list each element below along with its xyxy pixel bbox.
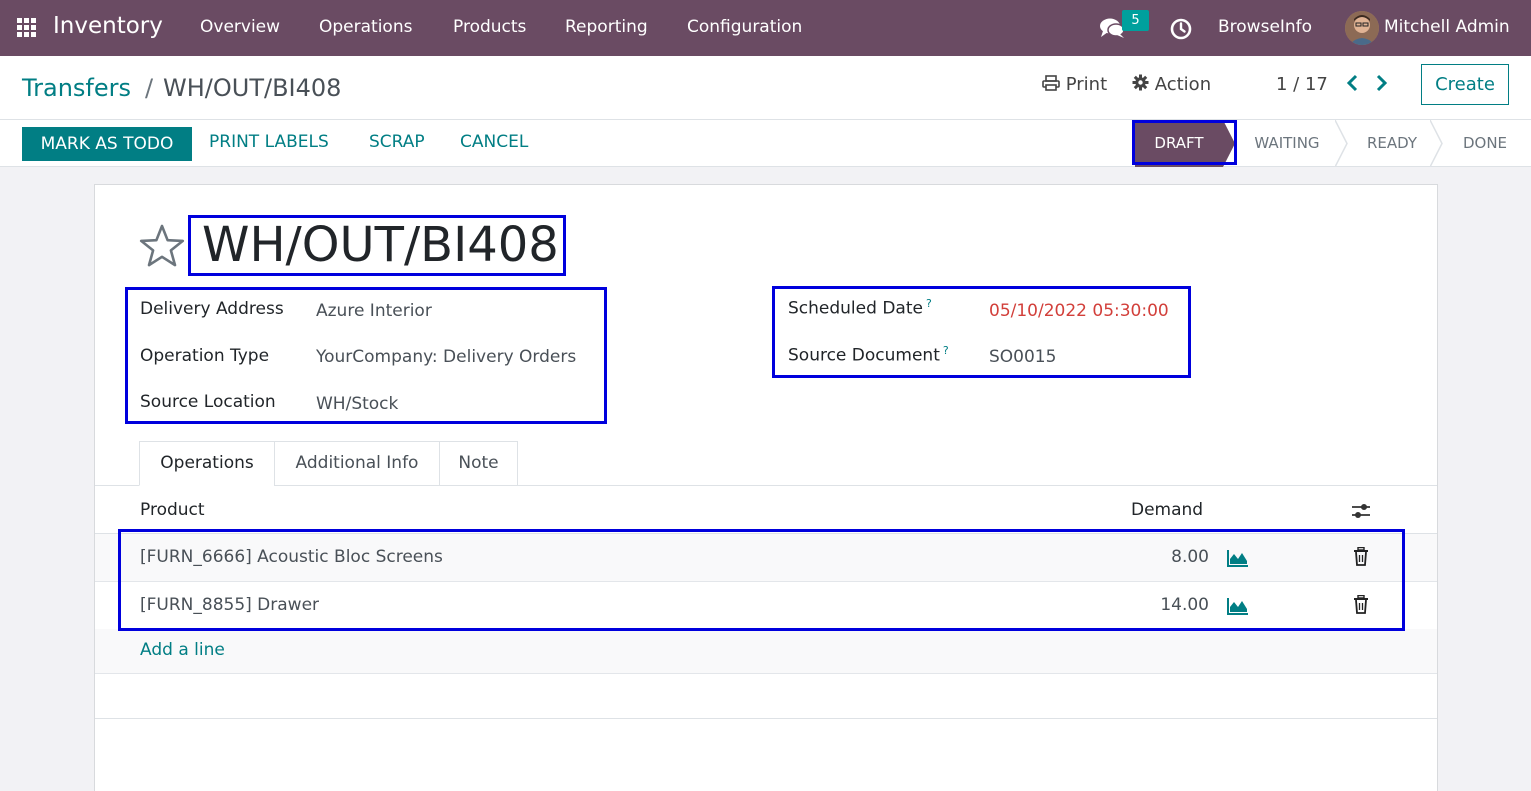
chevron-left-icon[interactable]: [1345, 72, 1359, 94]
operation-type-label: Operation Type: [140, 346, 270, 366]
demand-cell[interactable]: 14.00: [1089, 595, 1209, 615]
source-location-value[interactable]: WH/Stock: [316, 394, 398, 414]
menu-item-configuration[interactable]: Configuration: [687, 17, 802, 37]
menu-item-operations[interactable]: Operations: [319, 17, 412, 37]
clock-icon[interactable]: [1170, 18, 1192, 40]
app-name[interactable]: Inventory: [53, 13, 163, 39]
product-cell[interactable]: [FURN_8855] Drawer: [140, 595, 319, 615]
add-line-link[interactable]: Add a line: [140, 640, 225, 660]
print-labels-button[interactable]: PRINT LABELS: [209, 132, 329, 152]
column-demand[interactable]: Demand: [1131, 500, 1203, 520]
company-switcher[interactable]: BrowseInfo: [1218, 17, 1312, 37]
action-label: Action: [1154, 74, 1212, 95]
tab-operations[interactable]: Operations: [139, 441, 275, 486]
product-cell[interactable]: [FURN_6666] Acoustic Bloc Screens: [140, 547, 443, 567]
print-label: Print: [1065, 74, 1108, 95]
table-header: Product Demand: [95, 486, 1437, 534]
scrap-button[interactable]: SCRAP: [369, 132, 425, 152]
delivery-address-value[interactable]: Azure Interior: [316, 301, 432, 321]
operation-type-value[interactable]: YourCompany: Delivery Orders: [316, 347, 576, 367]
apps-grid-icon[interactable]: [17, 18, 36, 37]
source-document-label-text: Source Document: [788, 345, 940, 366]
star-icon[interactable]: [139, 223, 185, 269]
help-tooltip-icon[interactable]: ?: [926, 297, 932, 310]
tab-note[interactable]: Note: [439, 441, 518, 486]
delete-icon[interactable]: [1353, 547, 1369, 566]
tab-additional-info[interactable]: Additional Info: [274, 441, 440, 486]
add-line-row: Add a line: [95, 629, 1437, 674]
print-button[interactable]: Print: [1042, 74, 1107, 95]
table-footer-divider: [95, 718, 1437, 719]
chat-count-badge: 5: [1122, 10, 1149, 31]
column-product[interactable]: Product: [140, 500, 205, 520]
stage-separator: [1223, 120, 1235, 167]
menu-item-reporting[interactable]: Reporting: [565, 17, 648, 37]
pager-value[interactable]: 1 / 17: [1276, 74, 1328, 95]
cancel-button[interactable]: CANCEL: [460, 132, 528, 152]
scheduled-date-label: Scheduled Date?: [788, 297, 932, 319]
form-sheet: WH/OUT/BI408 Delivery Address Azure Inte…: [94, 184, 1438, 791]
stage-waiting[interactable]: WAITING: [1237, 120, 1337, 167]
source-location-label: Source Location: [140, 392, 276, 412]
menu-item-products[interactable]: Products: [453, 17, 526, 37]
breadcrumb-separator: /: [145, 74, 154, 102]
scheduled-date-label-text: Scheduled Date: [788, 298, 923, 319]
scheduled-date-value[interactable]: 05/10/2022 05:30:00: [989, 301, 1169, 321]
table-row[interactable]: [FURN_6666] Acoustic Bloc Screens 8.00: [95, 534, 1437, 582]
user-menu[interactable]: Mitchell Admin: [1384, 17, 1510, 37]
help-tooltip-icon[interactable]: ?: [943, 344, 949, 357]
source-document-label: Source Document?: [788, 344, 949, 366]
delete-icon[interactable]: [1353, 595, 1369, 614]
breadcrumb-transfers[interactable]: Transfers: [22, 74, 131, 102]
demand-cell[interactable]: 8.00: [1089, 547, 1209, 567]
stage-ready[interactable]: READY: [1349, 120, 1435, 167]
create-button[interactable]: Create: [1421, 64, 1509, 105]
print-icon: [1042, 75, 1060, 91]
gear-icon: [1132, 74, 1149, 91]
stage-separator: [1335, 120, 1348, 167]
action-button[interactable]: Action: [1132, 74, 1211, 95]
optional-columns-icon[interactable]: [1351, 502, 1371, 520]
control-panel: Transfers / WH/OUT/BI408 Print Action 1 …: [0, 56, 1531, 120]
forecast-chart-icon[interactable]: [1227, 549, 1249, 567]
stage-draft[interactable]: DRAFT: [1135, 120, 1223, 167]
record-title[interactable]: WH/OUT/BI408: [202, 217, 559, 273]
table-row[interactable]: [FURN_8855] Drawer 14.00: [95, 582, 1437, 630]
breadcrumb-current: WH/OUT/BI408: [163, 74, 342, 102]
stage-separator: [1430, 120, 1443, 167]
status-bar: MARK AS TODO PRINT LABELS SCRAP CANCEL D…: [0, 120, 1531, 167]
forecast-chart-icon[interactable]: [1227, 597, 1249, 615]
mark-as-todo-button[interactable]: MARK AS TODO: [22, 127, 192, 161]
top-navbar: Inventory Overview Operations Products R…: [0, 0, 1531, 56]
chevron-right-icon[interactable]: [1375, 72, 1389, 94]
user-avatar[interactable]: [1345, 11, 1379, 45]
menu-item-overview[interactable]: Overview: [200, 17, 280, 37]
delivery-address-label: Delivery Address: [140, 299, 284, 319]
source-document-value[interactable]: SO0015: [989, 347, 1056, 367]
stage-done[interactable]: DONE: [1447, 120, 1523, 167]
